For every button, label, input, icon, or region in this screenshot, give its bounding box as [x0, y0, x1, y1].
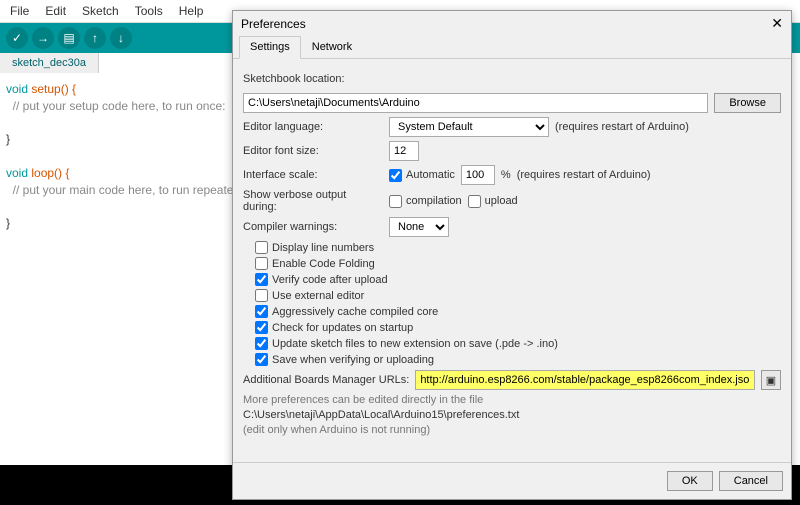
update-ext-label: Update sketch files to new extension on …	[272, 338, 558, 350]
boards-url-label: Additional Boards Manager URLs:	[243, 374, 409, 386]
code-folding-checkbox[interactable]	[255, 257, 268, 270]
scale-auto-checkbox[interactable]	[389, 169, 402, 182]
code-text: loop() {	[28, 166, 69, 180]
sketchbook-label: Sketchbook location:	[243, 73, 345, 85]
verbose-compile-checkbox[interactable]	[389, 195, 402, 208]
external-editor-checkbox[interactable]	[255, 289, 268, 302]
code-text: }	[6, 216, 10, 230]
scale-pct: %	[501, 169, 511, 181]
verbose-compile-label: compilation	[406, 195, 462, 207]
line-numbers-checkbox[interactable]	[255, 241, 268, 254]
verify-upload-checkbox[interactable]	[255, 273, 268, 286]
open-button[interactable]: ↑	[84, 27, 106, 49]
cancel-button[interactable]: Cancel	[719, 471, 783, 491]
line-numbers-label: Display line numbers	[272, 242, 374, 254]
cache-core-label: Aggressively cache compiled core	[272, 306, 438, 318]
code-text: // put your setup code here, to run once…	[6, 99, 225, 113]
menu-sketch[interactable]: Sketch	[76, 2, 125, 20]
tab-settings[interactable]: Settings	[239, 36, 301, 59]
scale-auto-label: Automatic	[406, 169, 455, 181]
verify-button[interactable]: ✓	[6, 27, 28, 49]
menu-edit[interactable]: Edit	[39, 2, 72, 20]
verbose-upload-label: upload	[485, 195, 518, 207]
sketch-tab[interactable]: sketch_dec30a	[0, 53, 99, 73]
boards-url-expand-icon[interactable]: ▣	[761, 370, 781, 390]
menu-tools[interactable]: Tools	[129, 2, 169, 20]
prefs-path[interactable]: C:\Users\netaji\AppData\Local\Arduino15\…	[243, 409, 781, 421]
check-updates-label: Check for updates on startup	[272, 322, 413, 334]
boards-url-input[interactable]	[415, 370, 755, 390]
code-text: void	[6, 166, 28, 180]
close-icon[interactable]: ✕	[771, 15, 783, 32]
save-verify-label: Save when verifying or uploading	[272, 354, 434, 366]
code-text: void	[6, 82, 28, 96]
update-ext-checkbox[interactable]	[255, 337, 268, 350]
code-text: // put your main code here, to run repea…	[6, 183, 240, 197]
scale-label: Interface scale:	[243, 169, 383, 181]
edit-note: (edit only when Arduino is not running)	[243, 424, 781, 436]
browse-button[interactable]: Browse	[714, 93, 781, 113]
language-hint: (requires restart of Arduino)	[555, 121, 689, 133]
upload-button[interactable]: →	[32, 27, 54, 49]
cache-core-checkbox[interactable]	[255, 305, 268, 318]
save-button[interactable]: ↓	[110, 27, 132, 49]
font-size-input[interactable]	[389, 141, 419, 161]
tab-network[interactable]: Network	[301, 36, 363, 58]
code-text: }	[6, 132, 10, 146]
warnings-label: Compiler warnings:	[243, 221, 383, 233]
preferences-dialog: Preferences ✕ Settings Network Sketchboo…	[232, 10, 792, 500]
ok-button[interactable]: OK	[667, 471, 713, 491]
verbose-label: Show verbose output during:	[243, 189, 383, 213]
new-button[interactable]: ▤	[58, 27, 80, 49]
save-verify-checkbox[interactable]	[255, 353, 268, 366]
code-folding-label: Enable Code Folding	[272, 258, 375, 270]
dialog-title: Preferences	[241, 17, 306, 31]
language-label: Editor language:	[243, 121, 383, 133]
verify-upload-label: Verify code after upload	[272, 274, 388, 286]
sketchbook-input[interactable]	[243, 93, 708, 113]
menu-help[interactable]: Help	[173, 2, 210, 20]
more-prefs-hint: More preferences can be edited directly …	[243, 394, 781, 406]
scale-hint: (requires restart of Arduino)	[517, 169, 651, 181]
code-text: setup() {	[28, 82, 76, 96]
language-select[interactable]: System Default	[389, 117, 549, 137]
scale-input[interactable]	[461, 165, 495, 185]
external-editor-label: Use external editor	[272, 290, 364, 302]
menu-file[interactable]: File	[4, 2, 35, 20]
font-size-label: Editor font size:	[243, 145, 383, 157]
warnings-select[interactable]: None	[389, 217, 449, 237]
settings-pane: Sketchbook location: Browse Editor langu…	[233, 59, 791, 462]
check-updates-checkbox[interactable]	[255, 321, 268, 334]
verbose-upload-checkbox[interactable]	[468, 195, 481, 208]
